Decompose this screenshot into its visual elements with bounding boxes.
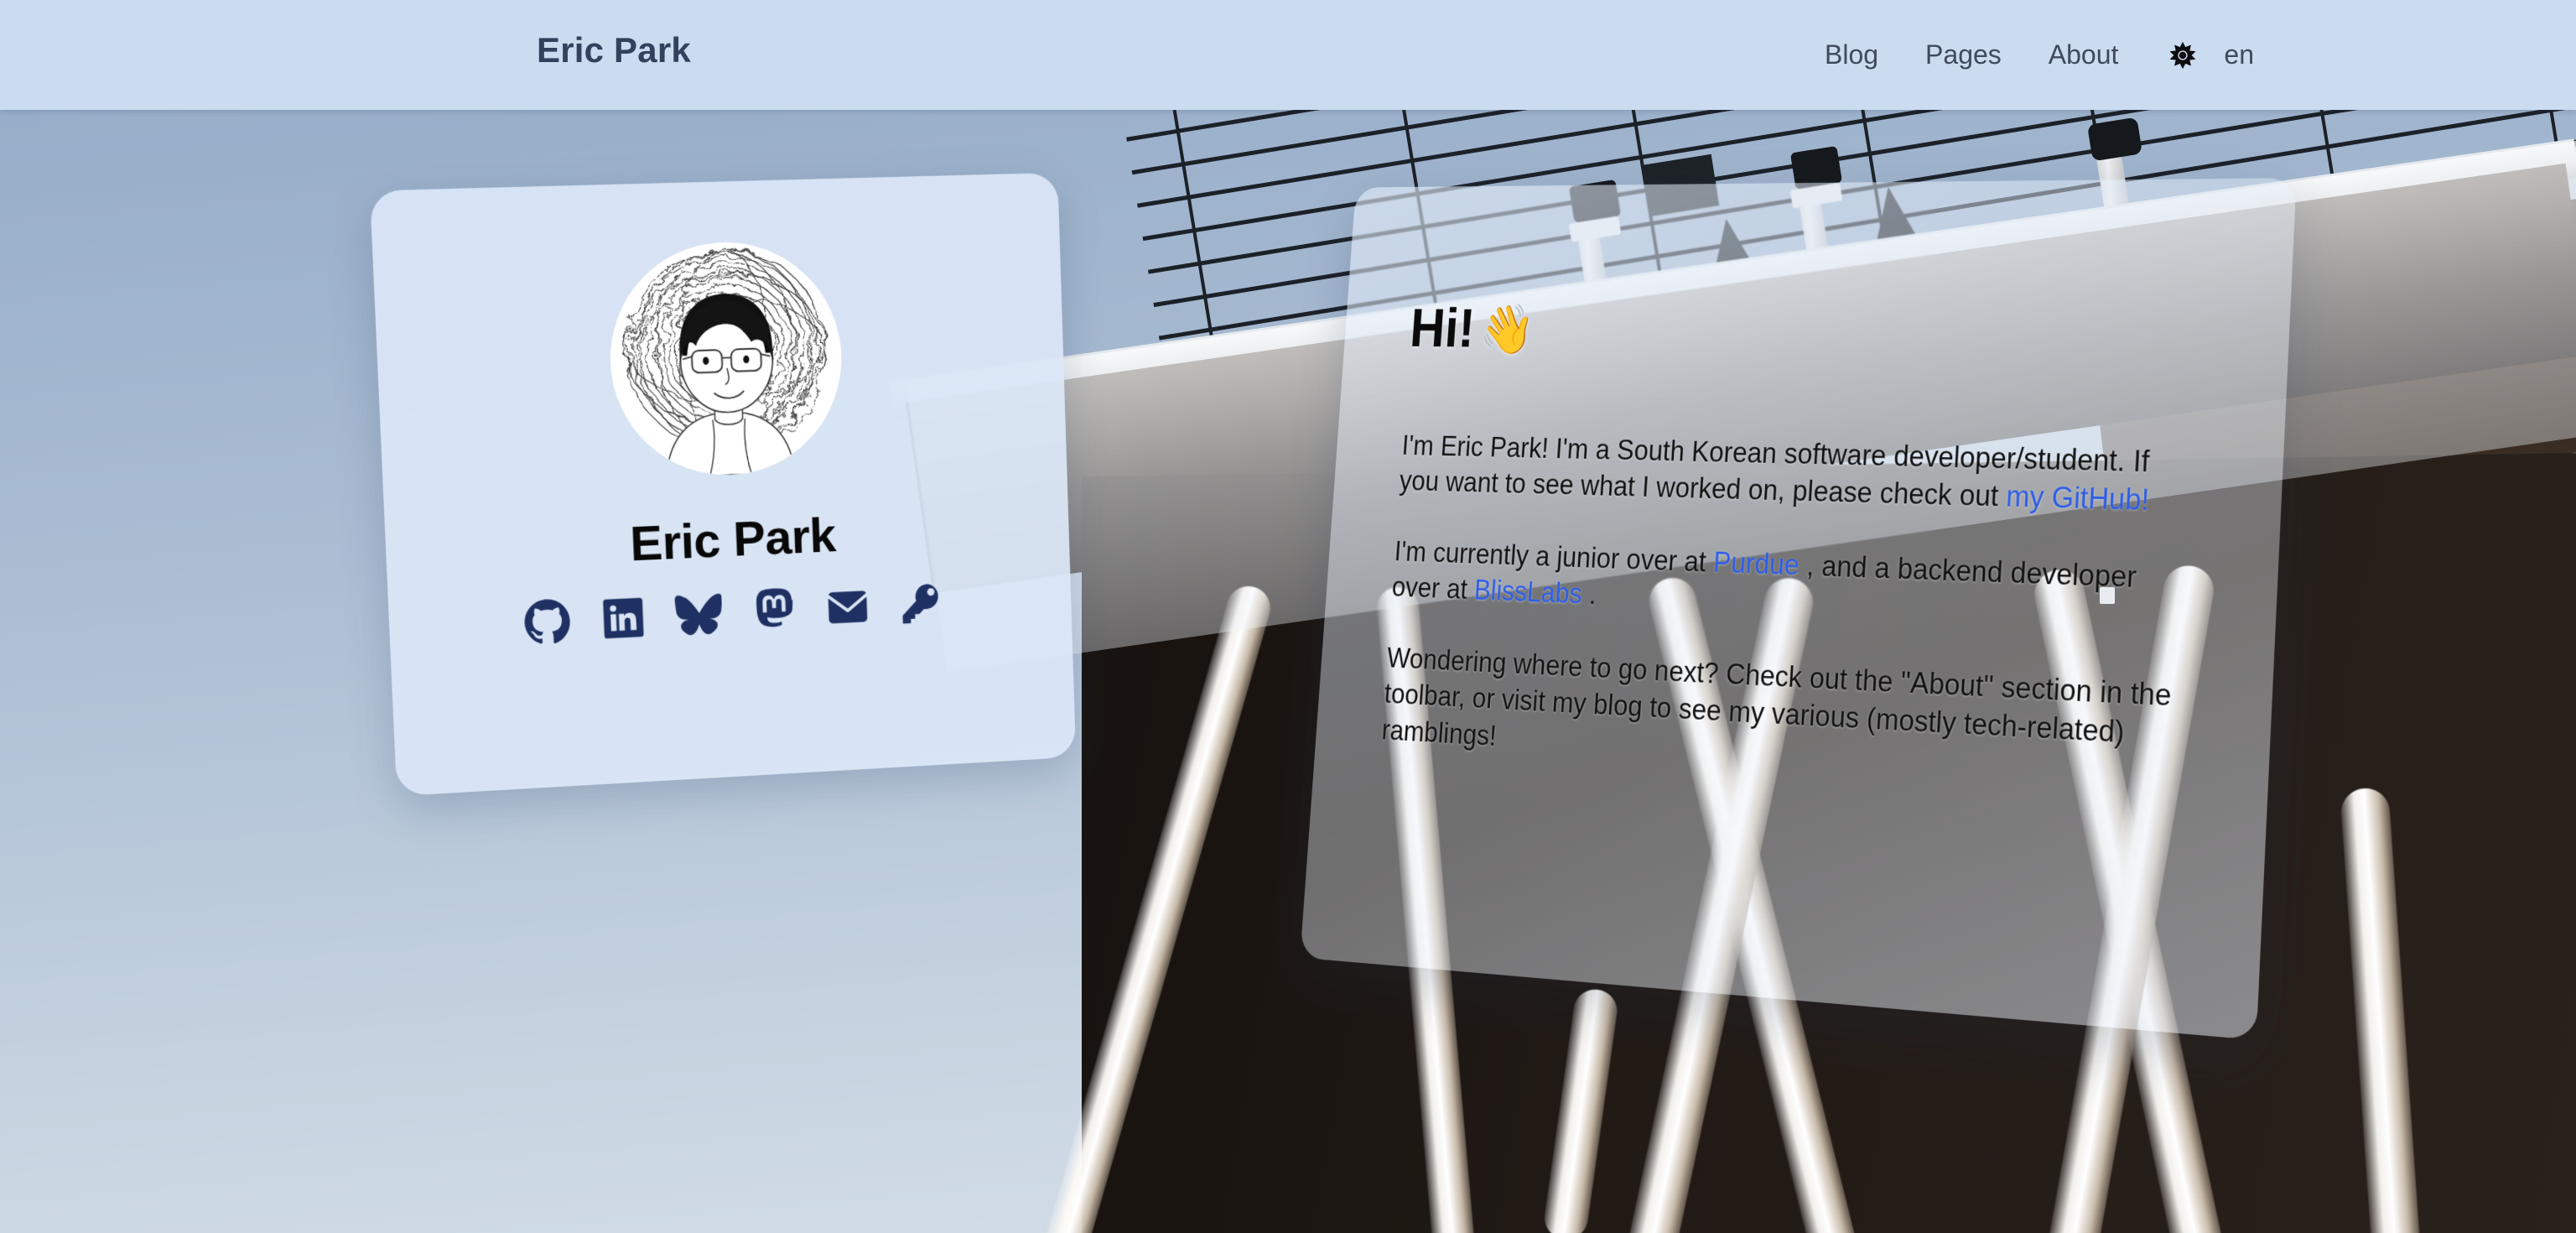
profile-card: Eric Park bbox=[369, 172, 1077, 797]
greeting-heading: Hi! 👋 bbox=[1408, 298, 2211, 367]
purdue-link[interactable]: Purdue bbox=[1712, 546, 1800, 581]
github-link[interactable]: my GitHub! bbox=[2005, 480, 2150, 517]
bluesky-butterfly-icon[interactable] bbox=[674, 590, 724, 638]
main-navigation: Blog Pages About en bbox=[1801, 0, 2266, 110]
avatar bbox=[605, 239, 846, 480]
language-switcher[interactable]: en bbox=[2212, 39, 2266, 70]
intro-body: I'm Eric Park! I'm a South Korean softwa… bbox=[1380, 428, 2204, 795]
intro-paragraph-1: I'm Eric Park! I'm a South Korean softwa… bbox=[1398, 428, 2204, 522]
waving-hand-icon: 👋 bbox=[1478, 301, 1536, 356]
intro-paragraph-3: Wondering where to go next? Check out th… bbox=[1380, 642, 2173, 752]
linkedin-icon[interactable] bbox=[599, 594, 647, 643]
greeting-text: Hi! bbox=[1408, 299, 1478, 359]
roof-post-head bbox=[2086, 117, 2143, 162]
nav-item-blog[interactable]: Blog bbox=[1801, 39, 1902, 70]
profile-name: Eric Park bbox=[629, 507, 837, 572]
sun-icon[interactable] bbox=[2163, 36, 2202, 75]
blisslabs-link[interactable]: BlissLabs bbox=[1473, 575, 1583, 611]
mastodon-icon[interactable] bbox=[750, 586, 797, 635]
intro-paragraph-2: I'm currently a junior over at Purdue , … bbox=[1391, 533, 2199, 638]
paragraph-2-suffix: . bbox=[1581, 578, 1598, 611]
key-icon[interactable] bbox=[898, 580, 945, 628]
site-header: Eric Park Blog Pages About en bbox=[0, 0, 2576, 110]
nav-item-pages[interactable]: Pages bbox=[1902, 39, 2025, 70]
nav-item-about[interactable]: About bbox=[2025, 39, 2142, 70]
intro-card: Hi! 👋 I'm Eric Park! I'm a South Korean … bbox=[1300, 178, 2297, 1040]
envelope-icon[interactable] bbox=[824, 583, 872, 632]
social-links bbox=[522, 580, 945, 647]
site-brand[interactable]: Eric Park bbox=[537, 30, 691, 70]
paragraph-2-prefix: I'm currently a junior over at bbox=[1393, 535, 1715, 579]
github-icon[interactable] bbox=[522, 597, 572, 647]
